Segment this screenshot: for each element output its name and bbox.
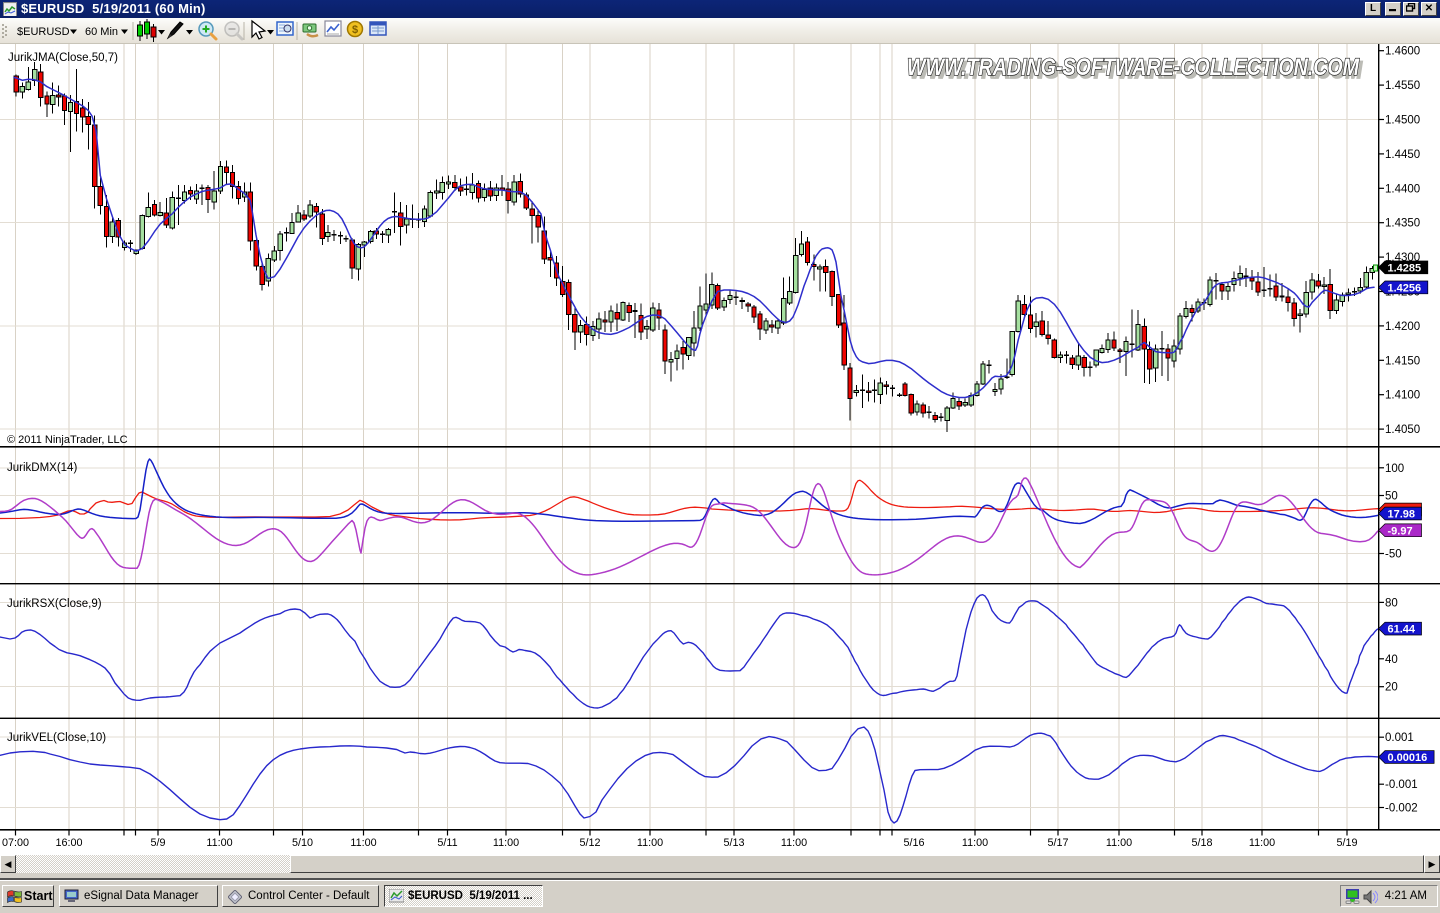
svg-text:5/16: 5/16	[903, 837, 924, 849]
svg-text:1.4285: 1.4285	[1388, 262, 1422, 274]
svg-text:11:00: 11:00	[1106, 837, 1132, 849]
svg-text:17.98: 17.98	[1388, 509, 1416, 521]
svg-text:1.4256: 1.4256	[1388, 282, 1422, 294]
svg-text:11:00: 11:00	[962, 837, 988, 849]
svg-text:11:00: 11:00	[493, 837, 519, 849]
svg-text:-9.97: -9.97	[1388, 525, 1413, 537]
svg-text:40: 40	[1385, 654, 1398, 666]
svg-text:100: 100	[1385, 463, 1404, 475]
svg-text:80: 80	[1385, 597, 1398, 609]
svg-text:20: 20	[1385, 682, 1398, 694]
svg-text:1.4500: 1.4500	[1385, 115, 1420, 127]
svg-text:JurikJMA(Close,50,7): JurikJMA(Close,50,7)	[8, 52, 118, 64]
svg-text:5/10: 5/10	[292, 837, 313, 849]
svg-text:61.44: 61.44	[1388, 624, 1416, 636]
svg-text:WWW.TRADING-SOFTWARE-COLLECTIO: WWW.TRADING-SOFTWARE-COLLECTION.COM	[907, 54, 1360, 81]
svg-text:5/13: 5/13	[723, 837, 744, 849]
svg-text:5/17: 5/17	[1047, 837, 1068, 849]
svg-text:11:00: 11:00	[781, 837, 807, 849]
svg-text:0.001: 0.001	[1385, 732, 1414, 744]
svg-text:11:00: 11:00	[206, 837, 232, 849]
svg-text:07:00: 07:00	[2, 837, 29, 849]
svg-text:JurikRSX(Close,9): JurikRSX(Close,9)	[7, 598, 102, 610]
svg-text:-0.002: -0.002	[1385, 803, 1418, 815]
svg-text:1.4100: 1.4100	[1385, 390, 1420, 402]
svg-text:1.4550: 1.4550	[1385, 80, 1420, 92]
svg-text:0.00016: 0.00016	[1388, 752, 1428, 764]
svg-text:5/12: 5/12	[579, 837, 600, 849]
svg-text:$: $	[352, 24, 358, 36]
svg-text:JurikVEL(Close,10): JurikVEL(Close,10)	[7, 732, 106, 744]
svg-text:$EURUSD: $EURUSD	[17, 26, 70, 38]
svg-text:1.4200: 1.4200	[1385, 321, 1420, 333]
svg-text:11:00: 11:00	[637, 837, 663, 849]
svg-text:1.4150: 1.4150	[1385, 355, 1420, 367]
svg-text:50: 50	[1385, 491, 1398, 503]
svg-text:5/11: 5/11	[437, 837, 457, 849]
svg-text:JurikDMX(14): JurikDMX(14)	[7, 462, 77, 474]
svg-text:5/18: 5/18	[1191, 837, 1212, 849]
svg-text:1.4400: 1.4400	[1385, 183, 1420, 195]
svg-text:5/19: 5/19	[1336, 837, 1357, 849]
svg-text:1.4050: 1.4050	[1385, 424, 1420, 436]
svg-text:1.4350: 1.4350	[1385, 218, 1420, 230]
svg-text:16:00: 16:00	[55, 837, 82, 849]
svg-text:11:00: 11:00	[350, 837, 376, 849]
svg-text:1.4450: 1.4450	[1385, 149, 1420, 161]
svg-text:-0.001: -0.001	[1385, 779, 1418, 791]
svg-text:1.4600: 1.4600	[1385, 46, 1420, 58]
svg-text:60 Min: 60 Min	[85, 26, 118, 38]
svg-text:11:00: 11:00	[1249, 837, 1275, 849]
svg-text:-50: -50	[1385, 549, 1402, 561]
svg-text:© 2011 NinjaTrader, LLC: © 2011 NinjaTrader, LLC	[7, 434, 128, 446]
svg-text:5/9: 5/9	[150, 837, 165, 849]
